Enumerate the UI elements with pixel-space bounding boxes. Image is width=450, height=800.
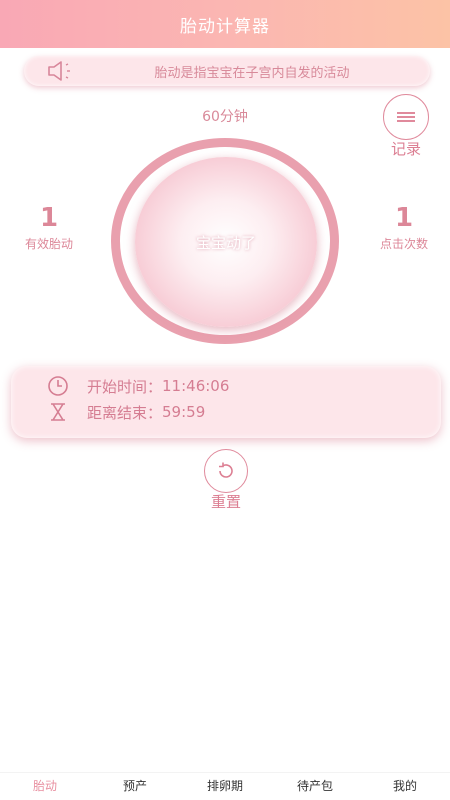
- app-screen: 胎动计算器 胎动是指宝宝在子宫内自发的活动 60分钟 记录 1 有效胎动 1 点…: [0, 0, 450, 800]
- effective-movements-label: 有效胎动: [24, 237, 73, 251]
- record-button[interactable]: [383, 94, 429, 140]
- effective-movements-stat: 1 有效胎动: [9, 203, 89, 252]
- remaining-time-label: 距离结束：: [87, 403, 163, 422]
- page-title: 胎动计算器: [180, 16, 270, 37]
- tab-hospital-bag[interactable]: 待产包: [270, 773, 360, 800]
- effective-movements-count: 1: [39, 203, 59, 233]
- menu-icon: [397, 110, 415, 124]
- start-time-row: 开始时间： 11:46:06: [47, 375, 229, 397]
- start-time-label: 开始时间：: [87, 377, 163, 396]
- reset-button[interactable]: [204, 449, 248, 493]
- record-label[interactable]: 记录: [383, 138, 429, 159]
- start-time-value: 11:46:06: [162, 377, 230, 395]
- baby-moved-label: 宝宝动了: [195, 233, 256, 252]
- app-header: 胎动计算器: [0, 0, 450, 48]
- baby-moved-button[interactable]: 宝宝动了: [135, 157, 317, 327]
- notice-banner[interactable]: 胎动是指宝宝在子宫内自发的活动: [24, 56, 430, 86]
- tab-due-date[interactable]: 预产: [90, 773, 180, 800]
- click-count-stat: 1 点击次数: [364, 203, 444, 252]
- refresh-icon: [219, 462, 233, 478]
- notice-text: 胎动是指宝宝在子宫内自发的活动: [154, 65, 350, 81]
- bottom-tab-bar: 胎动 预产 排卵期 待产包 我的: [0, 772, 450, 800]
- reset-label[interactable]: 重置: [196, 491, 256, 512]
- tab-fetal-movement[interactable]: 胎动: [0, 773, 90, 800]
- click-count-label: 点击次数: [379, 237, 428, 251]
- timer-card: 开始时间： 11:46:06 距离结束： 59:59: [11, 366, 441, 438]
- tab-profile[interactable]: 我的: [360, 773, 450, 800]
- click-count-value: 1: [394, 203, 414, 233]
- hourglass-icon: [51, 403, 65, 421]
- remaining-time-row: 距离结束： 59:59: [47, 401, 205, 423]
- remaining-time-value: 59:59: [162, 403, 206, 421]
- clock-icon: [48, 376, 68, 396]
- tab-ovulation[interactable]: 排卵期: [180, 773, 270, 800]
